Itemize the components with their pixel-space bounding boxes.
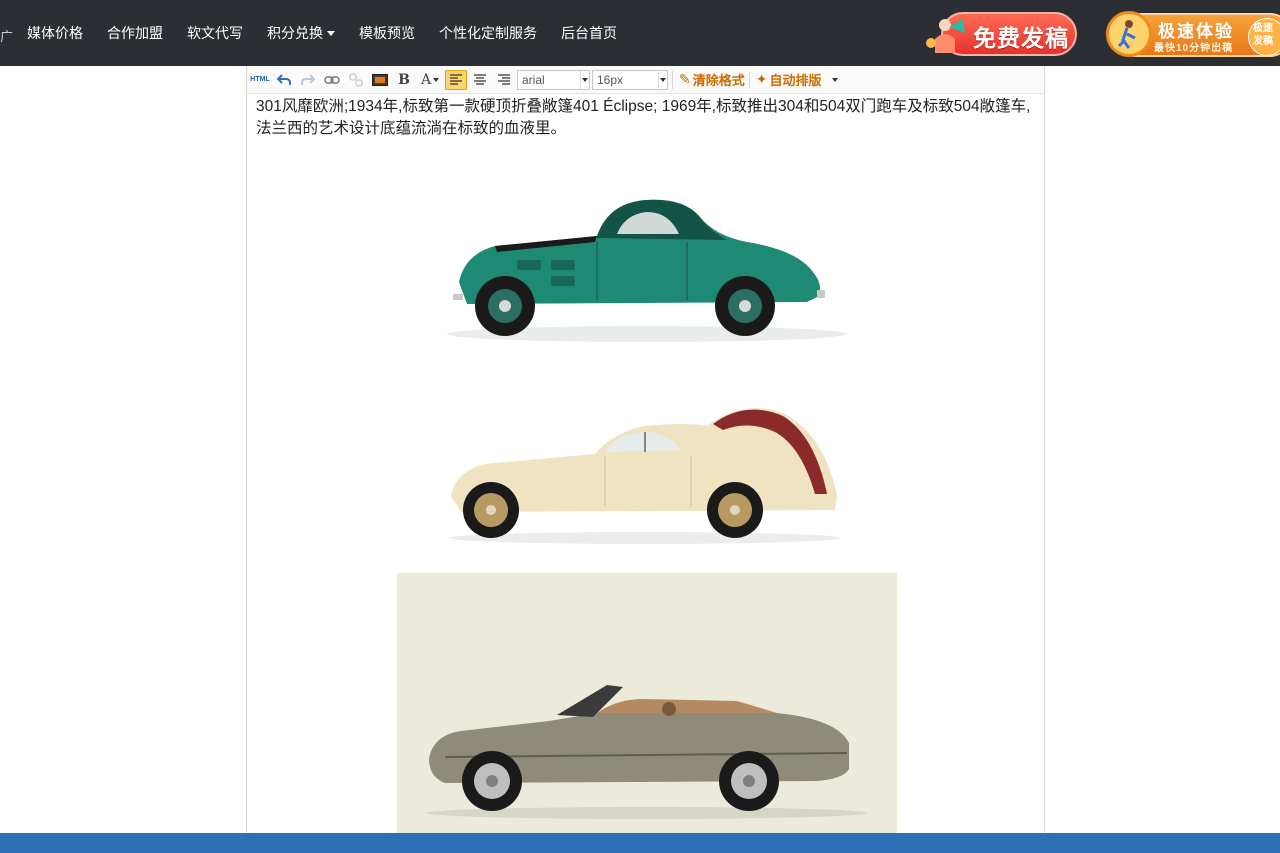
toolbar-divider [748, 70, 750, 89]
runner-icon [1117, 20, 1136, 49]
align-center-icon [474, 74, 486, 85]
chevron-down-icon [433, 77, 440, 82]
megaphone-person-icon [926, 19, 965, 53]
font-color-button[interactable]: A [417, 70, 443, 90]
nav-item-article-writing[interactable]: 软文代写 [175, 23, 255, 43]
chevron-down-icon [658, 70, 667, 89]
align-left-icon [450, 74, 462, 85]
link-icon [324, 75, 340, 84]
editor-toolbar: HTML B A arial 16px ✎ 清除格式 ✦ 自动排版 [247, 66, 1044, 94]
font-family-value: arial [522, 72, 545, 87]
clear-format-label: 清除格式 [692, 73, 745, 88]
article-paragraph: 301风靡欧洲;1934年,标致第一款硬顶折叠敞篷401 Éclipse; 19… [256, 98, 1031, 137]
undo-icon [277, 73, 291, 85]
top-navigation-bar: 广 媒体价格 合作加盟 软文代写 积分兑换 模板预览 个性化定制服务 后台首页 … [0, 0, 1280, 66]
nav-item-partnership[interactable]: 合作加盟 [95, 23, 175, 43]
nav-item-cutoff[interactable]: 广 [0, 26, 13, 45]
nav-item-media-price[interactable]: 媒体价格 [15, 23, 95, 43]
align-right-button[interactable] [493, 70, 515, 90]
fast-experience-subtitle: 最快10分钟出稿 [1154, 43, 1234, 54]
font-size-select[interactable]: 16px [592, 69, 668, 90]
font-family-select[interactable]: arial [517, 69, 590, 90]
editor-content[interactable]: 301风靡欧洲;1934年,标致第一款硬顶折叠敞篷401 Éclipse; 19… [247, 94, 1044, 140]
car-image-cream-eclipse [449, 408, 841, 544]
chevron-down-icon [327, 30, 335, 36]
bottom-bar [0, 833, 1280, 853]
font-size-value: 16px [597, 72, 624, 87]
free-publish-label: 免费发稿 [973, 25, 1069, 51]
chevron-down-icon [831, 77, 838, 82]
car-image-green-coupe [447, 199, 847, 342]
align-center-button[interactable] [469, 70, 491, 90]
fast-publish-label: 极速发稿 [1253, 23, 1273, 47]
auto-layout-button[interactable]: ✦ 自动排版 [756, 70, 838, 89]
rich-text-editor: HTML B A arial 16px ✎ 清除格式 ✦ 自动排版 301风靡欧… [246, 66, 1045, 833]
html-source-button[interactable]: HTML [249, 70, 271, 90]
free-publish-button[interactable]: 免费发稿 [925, 11, 1079, 59]
fast-experience-button[interactable]: 极速体验 最快10分钟出稿 极速发稿 [1106, 11, 1280, 61]
link-button[interactable] [321, 70, 343, 90]
nav-menu: 媒体价格 合作加盟 软文代写 积分兑换 模板预览 个性化定制服务 后台首页 [15, 0, 629, 66]
insert-image-button[interactable] [369, 70, 391, 90]
font-color-label: A [420, 71, 432, 88]
unlink-icon [349, 73, 363, 86]
nav-item-points-exchange[interactable]: 积分兑换 [255, 23, 347, 43]
auto-layout-label: 自动排版 [769, 73, 822, 88]
align-right-icon [498, 74, 510, 85]
car-image-grey-convertible [397, 573, 897, 833]
eraser-icon: ✎ [679, 71, 691, 87]
chevron-down-icon [580, 70, 589, 89]
image-icon [372, 73, 388, 86]
nav-item-template-preview[interactable]: 模板预览 [347, 23, 427, 43]
nav-item-custom-service[interactable]: 个性化定制服务 [427, 23, 549, 43]
fast-badge [1106, 11, 1152, 57]
align-left-button[interactable] [445, 69, 467, 90]
toolbar-divider [672, 70, 673, 89]
redo-button[interactable] [297, 70, 319, 90]
clear-format-button[interactable]: ✎ 清除格式 [679, 70, 745, 89]
magic-wand-icon: ✦ [755, 71, 768, 87]
unlink-button[interactable] [345, 70, 367, 90]
nav-item-admin-home[interactable]: 后台首页 [549, 23, 629, 43]
undo-button[interactable] [273, 70, 295, 90]
bold-button[interactable]: B [393, 70, 415, 90]
redo-icon [301, 73, 315, 85]
